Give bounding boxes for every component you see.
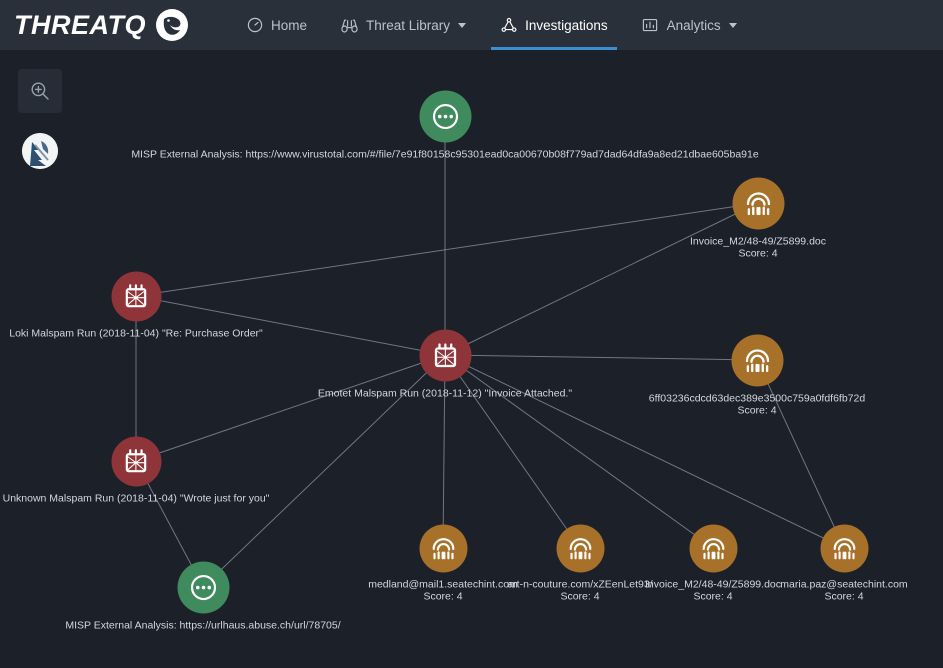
bar-chart-icon: [642, 17, 659, 34]
nav-label-home: Home: [271, 17, 308, 33]
fingerprint-icon: [699, 534, 727, 562]
campaign-calendar-icon: [122, 447, 151, 476]
graph-edge: [135, 202, 759, 297]
threatq-investigations-page: THREATQ Home Threat Library Investigatio…: [0, 0, 943, 668]
eagle-avatar-icon[interactable]: [22, 133, 58, 169]
nav-label-investigations: Investigations: [525, 17, 608, 33]
binoculars-icon: [341, 17, 358, 34]
graph-edge: [444, 354, 581, 549]
campaign-calendar-icon: [122, 282, 151, 311]
fingerprint-icon: [742, 345, 772, 375]
threatq-logo[interactable]: THREATQ: [14, 0, 189, 50]
graph-node-indicator[interactable]: Invoice_M2/48-49/Z5899.doc Score: 4: [645, 524, 781, 603]
graph-node-indicator[interactable]: art-n-couture.com/xZEenLet93/Score: 4: [507, 524, 653, 603]
node-circle-campaign-emotet[interactable]: [419, 329, 471, 381]
chevron-down-icon: [728, 22, 737, 28]
gauge-icon: [246, 17, 263, 34]
graph-node-campaign[interactable]: Loki Malspam Run (2018-11-04) "Re: Purch…: [9, 271, 263, 340]
investigation-graph-canvas[interactable]: MISP External Analysis: https://www.viru…: [0, 50, 943, 668]
node-circle-indicator-invoice-doc-bottom[interactable]: [689, 524, 737, 572]
graph-node-indicator[interactable]: medland@mail1.seatechint.com Score: 4: [368, 524, 518, 603]
node-circle-campaign-loki[interactable]: [111, 271, 161, 321]
graph-node-indicator[interactable]: 6ff03236cdcd63dec389e3500c759a0fdf6fb72d…: [649, 334, 865, 417]
graph-edge-layer: [135, 116, 845, 588]
ellipsis-circle-icon: [430, 101, 460, 131]
nav-label-threat-library: Threat Library: [366, 17, 451, 33]
app-header: THREATQ Home Threat Library Investigatio…: [0, 0, 943, 50]
graph-edge: [202, 354, 446, 588]
node-circle-indicator-medland-email[interactable]: [419, 524, 467, 572]
zoom-in-button[interactable]: [18, 69, 62, 113]
nav-label-analytics: Analytics: [666, 17, 721, 33]
nav-item-analytics[interactable]: Analytics: [625, 0, 754, 50]
graph-edge: [442, 354, 446, 549]
node-circle-indicator-art-n-couture-url[interactable]: [556, 524, 604, 572]
graph-node-campaign[interactable]: Unknown Malspam Run (2018-11-04) "Wrote …: [3, 436, 269, 505]
graph-edge: [444, 354, 714, 549]
nav-item-threat-library[interactable]: Threat Library: [324, 0, 483, 50]
node-circle-misp-virustotal[interactable]: [419, 90, 471, 142]
nav-item-investigations[interactable]: Investigations: [483, 0, 625, 50]
graph-edge: [444, 354, 758, 361]
graph-node-icon: [500, 17, 517, 34]
campaign-calendar-icon: [430, 340, 460, 370]
graph-node-indicator[interactable]: Invoice_M2/48-49/Z5899.doc Score: 4: [690, 177, 826, 260]
graph-edge: [756, 359, 845, 549]
node-circle-indicator-invoice-doc-top[interactable]: [732, 177, 784, 229]
node-circle-campaign-unknown[interactable]: [111, 436, 161, 486]
main-navigation: Home Threat Library Investigations Analy…: [229, 0, 754, 50]
node-circle-indicator-hash-6ff03236[interactable]: [731, 334, 783, 386]
graph-edge: [135, 295, 446, 356]
graph-edge: [444, 354, 845, 549]
graph-node-analysis[interactable]: MISP External Analysis: https://www.viru…: [131, 90, 759, 161]
ellipsis-circle-icon: [188, 572, 218, 602]
graph-edge: [135, 354, 446, 462]
node-circle-indicator-mariapaz-email[interactable]: [820, 524, 868, 572]
graph-edge: [444, 202, 759, 356]
eagle-head-icon: [155, 8, 189, 42]
logo-wordmark: THREATQ: [14, 9, 146, 40]
fingerprint-icon: [566, 534, 594, 562]
graph-node-campaign[interactable]: Emotet Malspam Run (2018-11-12) "Invoice…: [318, 329, 572, 400]
graph-node-analysis[interactable]: MISP External Analysis: https://urlhaus.…: [65, 561, 341, 632]
node-circle-misp-urlhaus[interactable]: [177, 561, 229, 613]
graph-node-indicator[interactable]: maria.paz@seatechint.com Score: 4: [780, 524, 908, 603]
chevron-down-icon: [458, 22, 467, 28]
fingerprint-icon: [743, 188, 773, 218]
fingerprint-icon: [429, 534, 457, 562]
fingerprint-icon: [830, 534, 858, 562]
nav-item-home[interactable]: Home: [229, 0, 324, 50]
